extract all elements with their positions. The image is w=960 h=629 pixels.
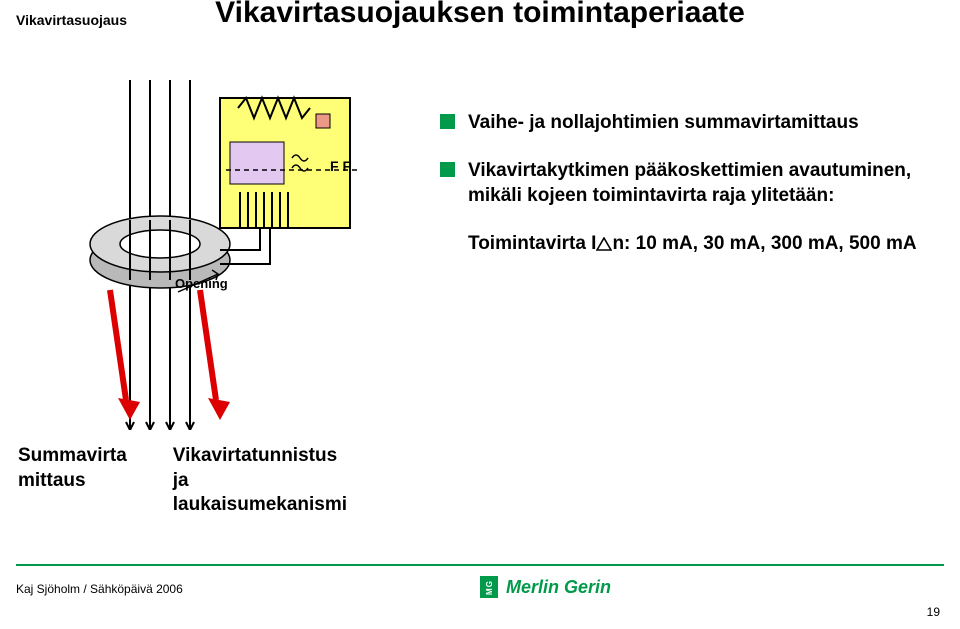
lower-col-2: Vikavirtatunnistus ja laukaisumekanismi: [173, 444, 347, 518]
page-number: 19: [927, 605, 940, 619]
lower-col-1: Summavirta mittaus: [18, 444, 127, 518]
lower-text: mittaus: [18, 469, 127, 494]
circuit-diagram: [70, 80, 430, 430]
bullet-item: Vaihe- ja nollajohtimien summavirtamitta…: [440, 110, 940, 136]
delta-icon: [596, 237, 612, 251]
bullet-text: Vaihe- ja nollajohtimien summavirtamitta…: [468, 112, 859, 133]
contact-f-labels: F F: [330, 158, 351, 174]
bullet-text: Vikavirtakytkimen pääkoskettimien avautu…: [468, 160, 911, 207]
lower-label-block: Summavirta mittaus Vikavirtatunnistus ja…: [18, 444, 347, 518]
lower-text: Summavirta: [18, 444, 127, 469]
opening-label: Opening: [175, 276, 228, 291]
slide-page: Vikavirtasuojaus Vikavirtasuojauksen toi…: [0, 0, 960, 629]
page-title: Vikavirtasuojauksen toimintaperiaate: [0, 0, 960, 30]
footer-divider: [16, 564, 944, 566]
f-right: F: [342, 158, 351, 174]
trip-current-suffix: n: 10 mA, 30 mA, 300 mA, 500 mA: [612, 233, 916, 254]
brand-name: Merlin Gerin: [506, 577, 611, 598]
bullet-square-icon: [440, 162, 455, 177]
trip-current-line: Toimintavirta I n: 10 mA, 30 mA, 300 mA, …: [440, 231, 940, 257]
bullet-square-icon: [440, 114, 455, 129]
lower-text: laukaisumekanismi: [173, 493, 347, 518]
f-left: F: [330, 158, 339, 174]
mg-logo-icon: [480, 576, 498, 598]
bullet-list: Vaihe- ja nollajohtimien summavirtamitta…: [440, 110, 940, 257]
lower-text: Vikavirtatunnistus: [173, 444, 347, 469]
lower-text: ja: [173, 469, 347, 494]
brand-block: Merlin Gerin: [480, 576, 611, 598]
bullet-item: Vikavirtakytkimen pääkoskettimien avautu…: [440, 158, 940, 209]
footer-author: Kaj Sjöholm / Sähköpäivä 2006: [16, 582, 183, 596]
trip-current-prefix: Toimintavirta I: [468, 233, 596, 254]
